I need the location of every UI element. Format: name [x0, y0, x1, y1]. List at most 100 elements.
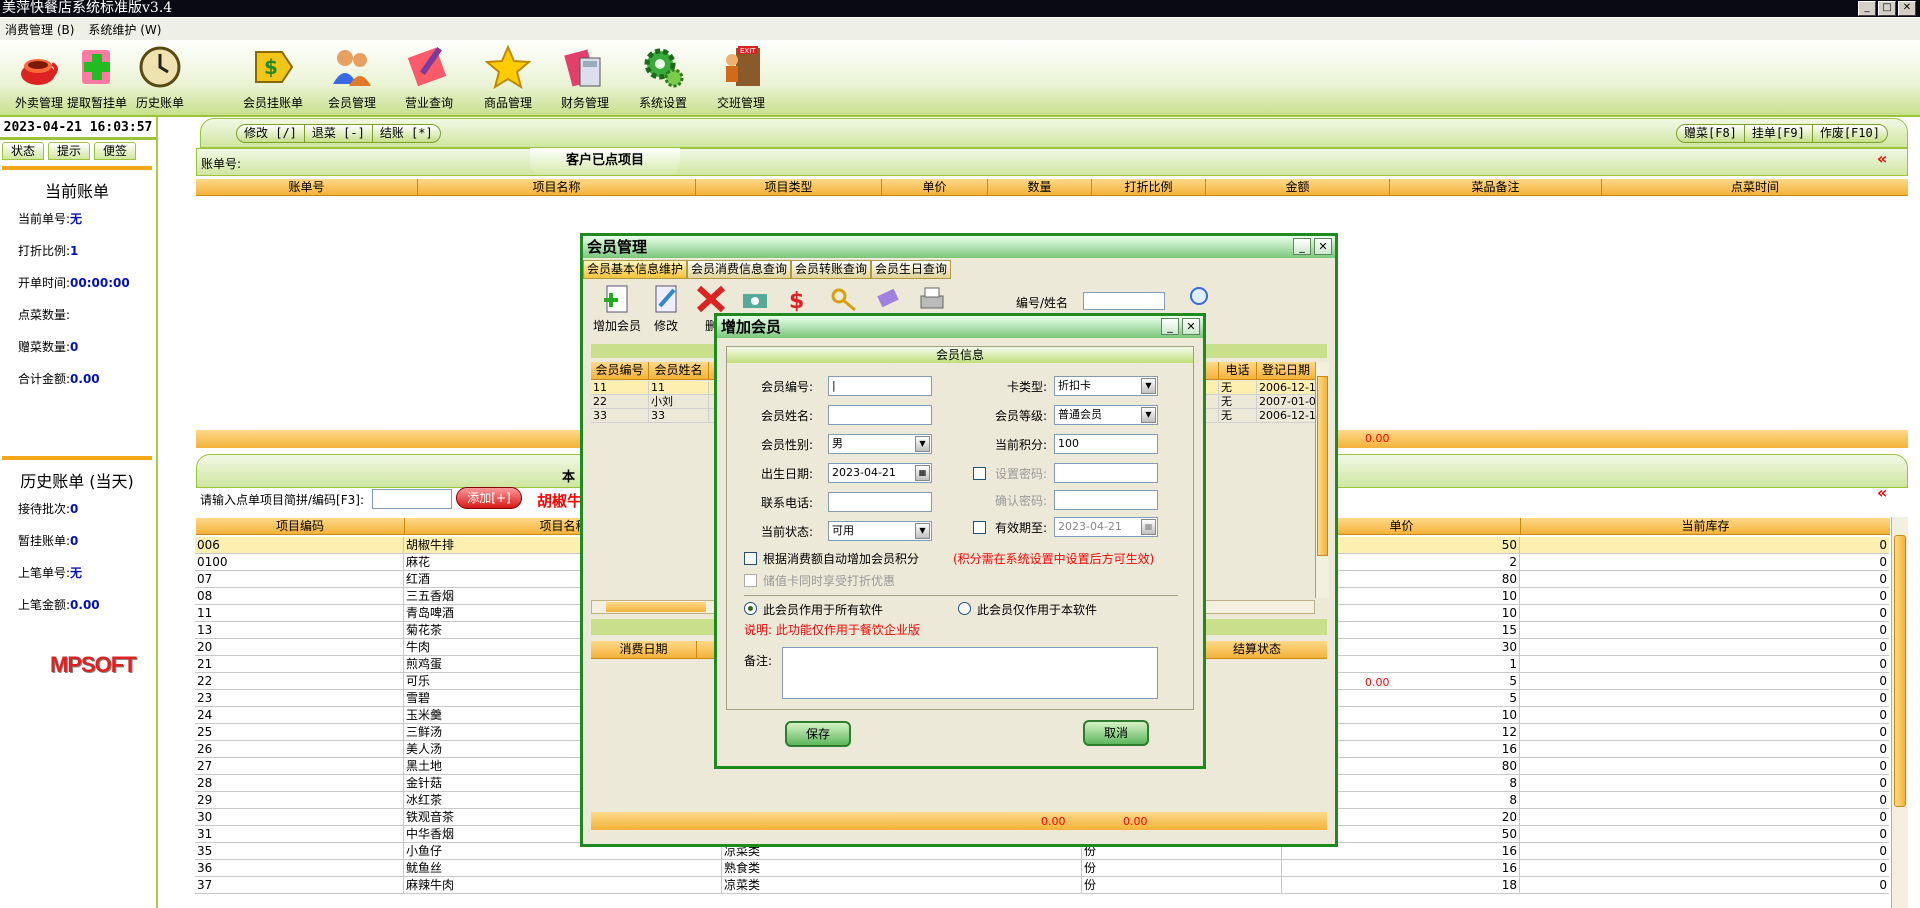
item-cell-code: 23	[195, 690, 404, 706]
member-search-input[interactable]	[1083, 292, 1165, 310]
item-search-input[interactable]	[372, 489, 452, 509]
suspended-bill-button[interactable]: 提取暂挂单	[62, 44, 132, 111]
tab-member-basic[interactable]: 会员基本信息维护	[583, 260, 688, 279]
collapse-icon[interactable]: «	[1877, 149, 1887, 168]
current-bill-row: 开单时间:00:00:00	[18, 276, 130, 290]
tab-notes[interactable]: 便签	[94, 142, 137, 160]
item-cell-stock: 0	[1879, 589, 1887, 603]
member-credit-button[interactable]: $ 会员挂账单	[238, 44, 308, 111]
level-select[interactable]: 普通会员 ▼	[1054, 405, 1158, 425]
menu-consumption[interactable]: 消费管理 (B)	[5, 21, 74, 38]
scope-all-radio[interactable]	[744, 602, 757, 615]
item-cell-code: 28	[195, 775, 404, 791]
item-row[interactable]: 36 鱿鱼丝 熟食类份 16 0	[195, 860, 1889, 877]
exit-person-icon: EXIT	[718, 44, 764, 90]
auto-points-checkbox[interactable]	[744, 552, 757, 565]
set-password-input[interactable]	[1054, 463, 1158, 483]
history-bill-button[interactable]: 历史账单	[125, 44, 195, 111]
expire-date-picker[interactable]: 2023-04-21 ▦	[1054, 517, 1158, 537]
minimize-icon[interactable]: _	[1293, 238, 1311, 255]
add-item-button[interactable]: 添加[+]	[456, 487, 522, 509]
member-scroll-thumb[interactable]	[1317, 376, 1328, 556]
scope-this-radio[interactable]	[958, 602, 971, 615]
member-mgmt-button[interactable]: 会员管理	[317, 44, 387, 111]
birth-date-picker[interactable]: 2023-04-21 ▦	[828, 463, 932, 483]
items-scroll-thumb[interactable]	[1894, 535, 1906, 807]
member-hscroll-thumb[interactable]	[606, 602, 706, 612]
points-label: 当前积分:	[994, 438, 1047, 452]
item-cell-code: 006	[195, 537, 404, 553]
item-cell-stock: 0	[1879, 725, 1887, 739]
cup-icon	[16, 44, 62, 90]
printer-icon[interactable]	[917, 286, 947, 312]
business-query-button[interactable]: 营业查询	[394, 44, 464, 111]
card-type-label: 卡类型:	[1006, 380, 1047, 394]
gender-select[interactable]: 男 ▼	[828, 434, 932, 454]
tab-member-birthday[interactable]: 会员生日查询	[871, 260, 952, 279]
checkout-button[interactable]: 结账 [*]	[373, 125, 440, 142]
transfer-icon[interactable]	[741, 286, 771, 312]
tab-tips[interactable]: 提示	[48, 142, 91, 160]
add-member-tool[interactable]: 增加会员	[593, 284, 641, 334]
current-bill-row: 当前单号:无	[18, 212, 83, 226]
calendar-icon: ▦	[1141, 519, 1156, 535]
system-settings-button[interactable]: 系统设置	[628, 44, 698, 111]
stored-discount-checkbox[interactable]	[744, 574, 757, 587]
business-query-label: 营业查询	[404, 96, 453, 110]
tab-member-consumption[interactable]: 会员消费信息查询	[687, 260, 792, 279]
return-dish-button[interactable]: 退菜 [-]	[305, 125, 373, 142]
phone-input[interactable]	[828, 492, 932, 512]
item-row[interactable]: 37 麻辣牛肉 凉菜类份 18 0	[195, 877, 1889, 894]
member-mgmt-tabs: 会员基本信息维护 会员消费信息查询 会员转账查询 会员生日查询	[583, 260, 1335, 279]
item-cell-stock: 0	[1879, 674, 1887, 688]
status-select[interactable]: 可用 ▼	[828, 521, 932, 541]
shift-handover-button[interactable]: EXIT 交班管理	[706, 44, 776, 111]
key-icon[interactable]	[829, 286, 859, 312]
tab-member-transfer[interactable]: 会员转账查询	[791, 260, 872, 279]
item-cell-name: 麻辣牛肉	[404, 877, 722, 893]
edit-member-tool[interactable]: 修改	[647, 284, 685, 334]
maximize-icon[interactable]: □	[1878, 1, 1896, 16]
close-icon[interactable]: ✕	[1182, 318, 1200, 335]
gift-dish-button[interactable]: 赠菜[F8]	[1677, 125, 1745, 142]
minimize-icon[interactable]: _	[1161, 318, 1179, 335]
member-no-input[interactable]: |	[828, 376, 932, 396]
gear-icon	[640, 44, 686, 90]
minimize-icon[interactable]: _	[1858, 1, 1876, 16]
member-footer-total-1: 0.00	[1041, 815, 1066, 828]
add-member-title: 增加会员	[717, 316, 1203, 338]
void-button[interactable]: 作废[F10]	[1813, 125, 1887, 142]
modify-button[interactable]: 修改 [/]	[237, 125, 305, 142]
expire-checkbox[interactable]	[973, 521, 986, 534]
eraser-icon[interactable]	[873, 286, 903, 312]
item-cell-price: 16	[1282, 860, 1520, 876]
goods-mgmt-button[interactable]: 商品管理	[473, 44, 543, 111]
card-type-select[interactable]: 折扣卡 ▼	[1054, 376, 1158, 396]
close-icon[interactable]: ✕	[1314, 238, 1332, 255]
item-cell-code: 26	[195, 741, 404, 757]
points-input[interactable]: 100	[1054, 434, 1158, 454]
item-cell-stock: 0	[1879, 640, 1887, 654]
menu-maintenance[interactable]: 系统维护 (W)	[88, 21, 161, 38]
current-bill-card: 当前账单 当前单号:无 打折比例:1 开单时间:00:00:00 点菜数量: 赠…	[2, 166, 152, 452]
item-cell-stock: 0	[1879, 606, 1887, 620]
remark-textarea[interactable]	[782, 647, 1158, 699]
item-cell-stock: 0	[1879, 691, 1887, 705]
member-name-input[interactable]	[828, 405, 932, 425]
tab-status[interactable]: 状态	[2, 142, 45, 160]
save-button[interactable]: 保存	[785, 721, 851, 747]
close-icon[interactable]: ✕	[1898, 1, 1916, 16]
cancel-button[interactable]: 取消	[1083, 720, 1149, 746]
hang-bill-button[interactable]: 挂单[F9]	[1745, 125, 1813, 142]
items-collapse-icon[interactable]: «	[1877, 483, 1887, 502]
dollar-icon[interactable]: $	[785, 286, 815, 312]
finance-mgmt-button[interactable]: 财务管理	[550, 44, 620, 111]
search-icon[interactable]	[1187, 286, 1213, 312]
member-list-scrollbar[interactable]	[1315, 362, 1329, 598]
confirm-password-input[interactable]	[1054, 490, 1158, 510]
divider	[744, 595, 1178, 596]
scope-this-label: 此会员仅作用于本软件	[977, 603, 1098, 617]
items-scrollbar[interactable]	[1891, 517, 1908, 908]
clock-icon	[137, 44, 183, 90]
set-password-checkbox[interactable]	[973, 467, 986, 480]
